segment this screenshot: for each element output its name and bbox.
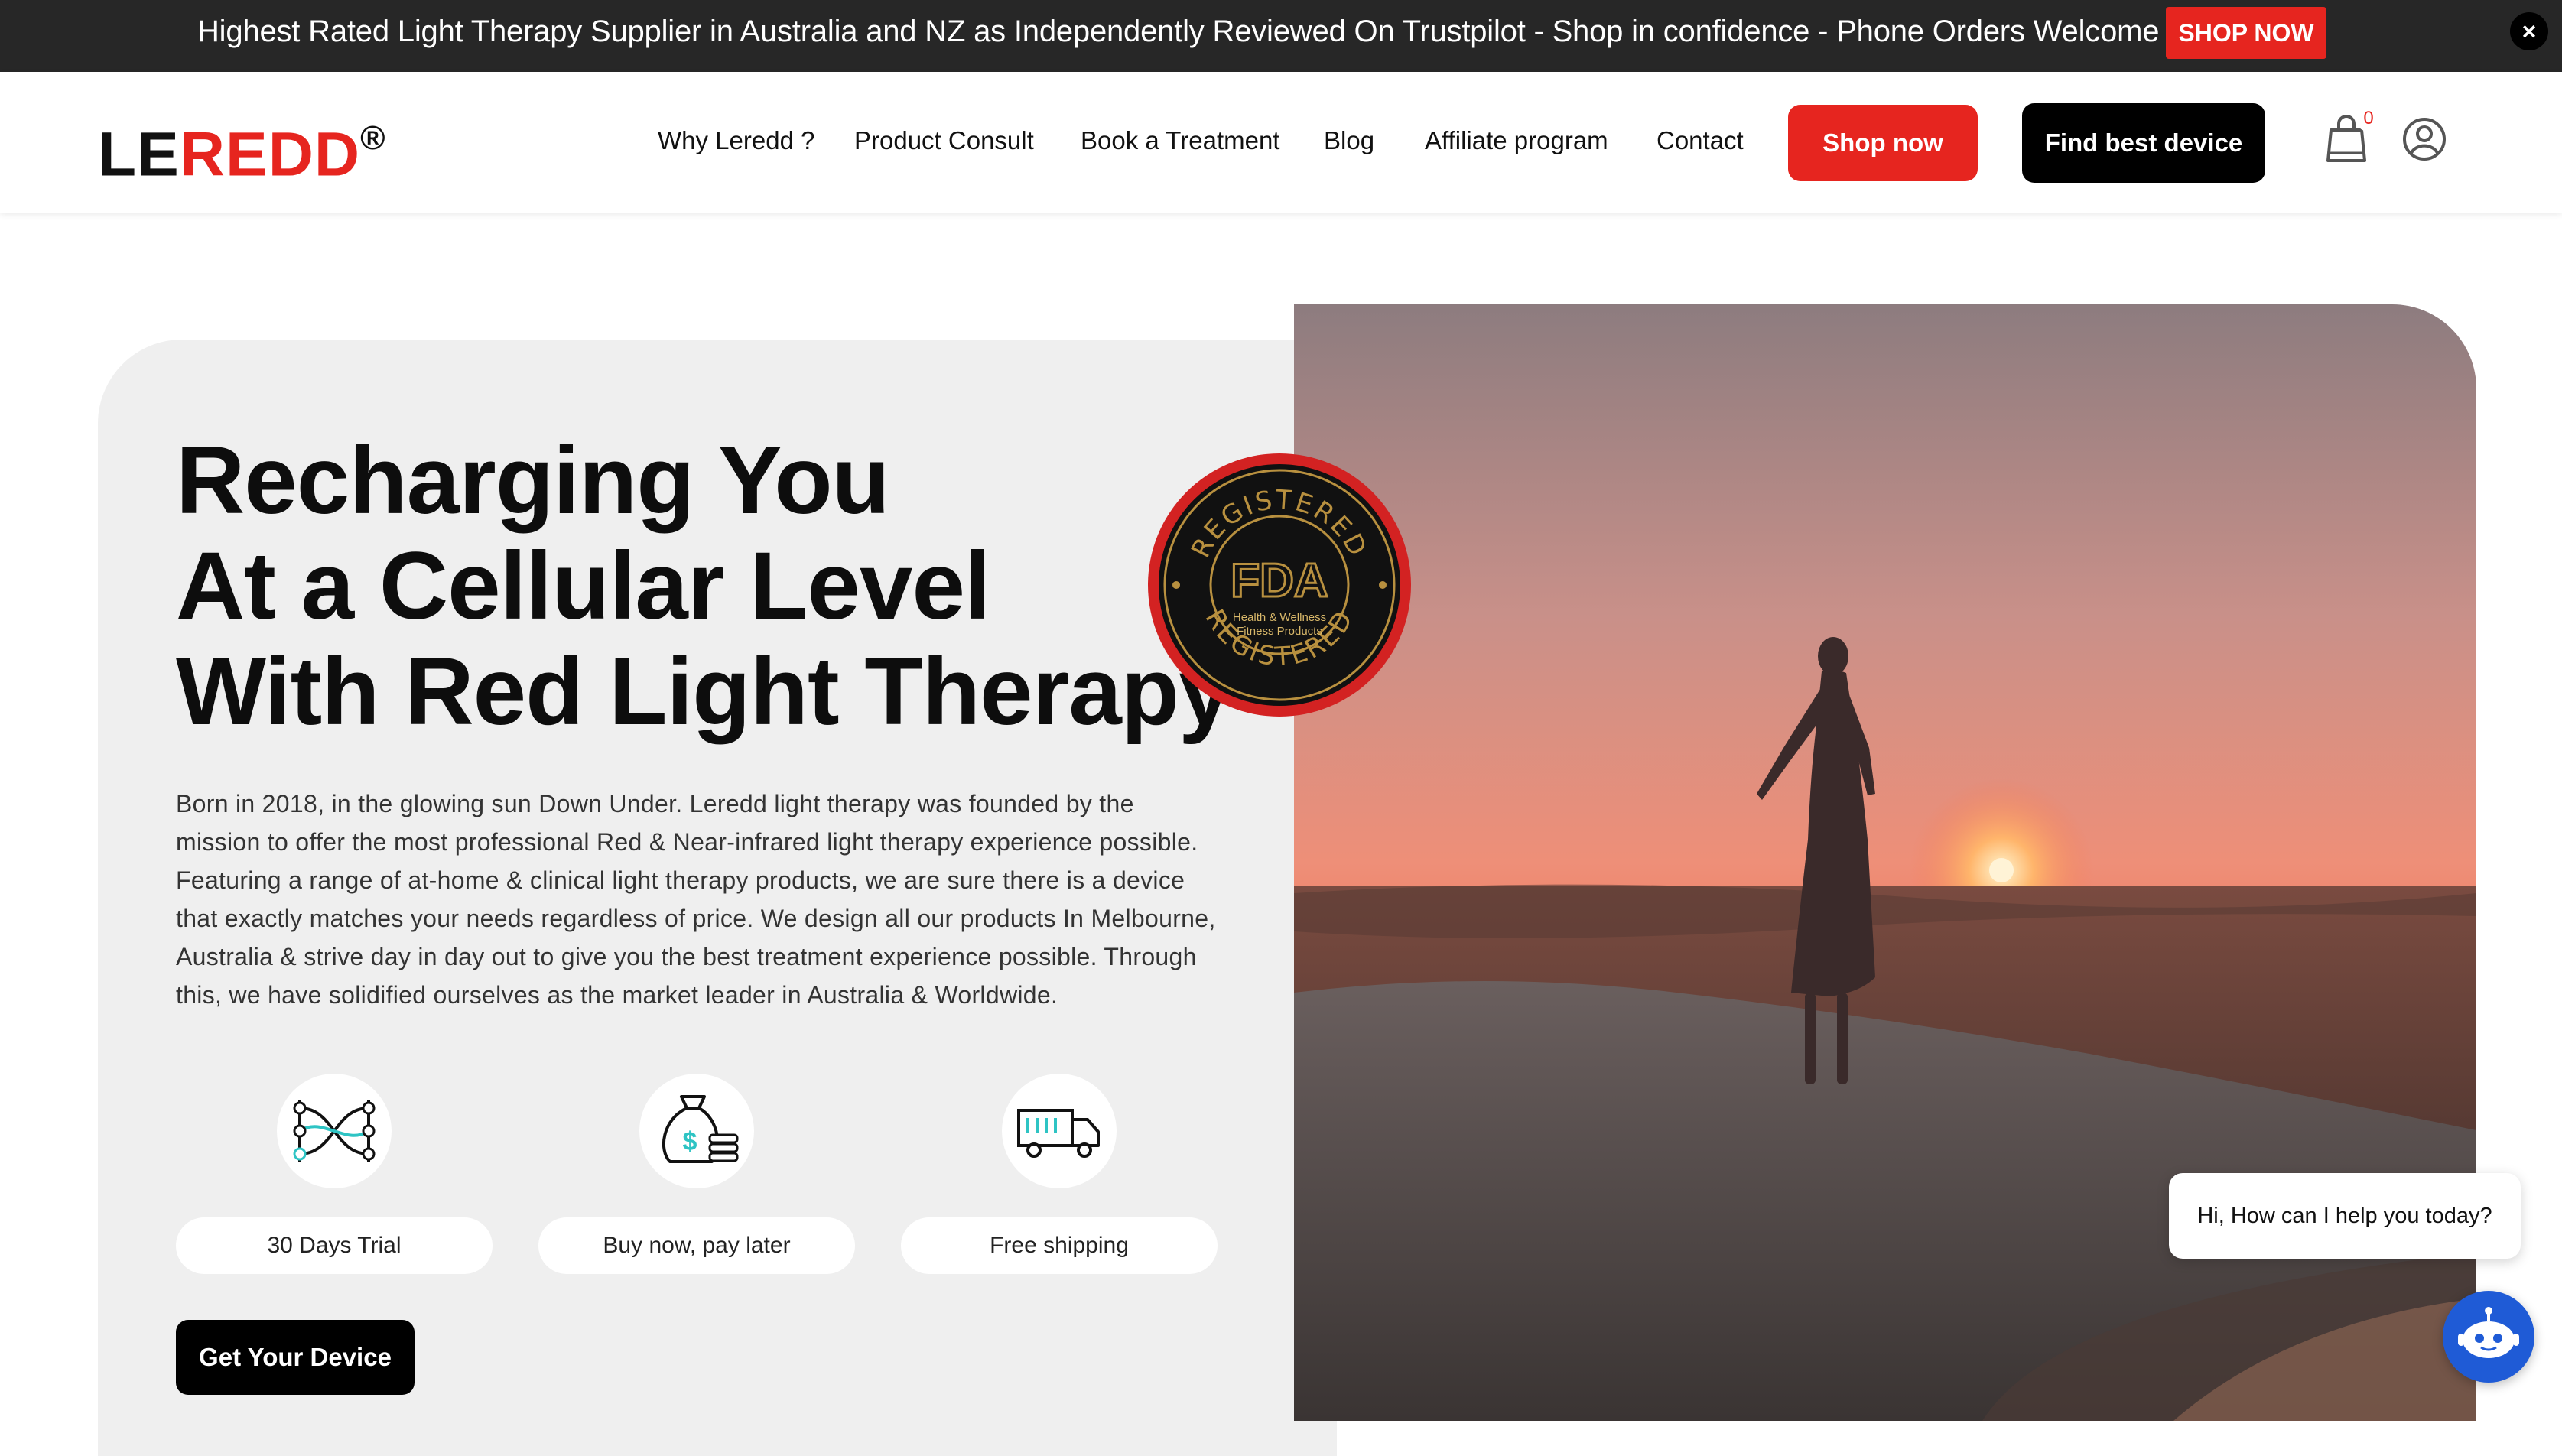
logo-part-2: REDD xyxy=(179,119,361,190)
svg-text:$: $ xyxy=(683,1127,697,1156)
fda-registered-badge: REGISTERED REGISTERED FDA Health & Welln… xyxy=(1148,453,1411,717)
close-icon[interactable]: × xyxy=(2510,12,2548,50)
cart-count-badge: 0 xyxy=(2356,106,2382,132)
feature-buy-now-pay-later: Buy now, pay later xyxy=(538,1217,855,1274)
money-bag-icon: $ xyxy=(639,1074,754,1188)
headline-line-2: At a Cellular Level xyxy=(176,533,991,639)
hero-headline: Recharging You At a Cellular Level With … xyxy=(176,427,1232,745)
user-account-icon[interactable] xyxy=(2401,116,2447,162)
shop-now-button[interactable]: Shop now xyxy=(1788,105,1978,181)
find-best-device-button[interactable]: Find best device xyxy=(2022,103,2265,183)
get-your-device-button[interactable]: Get Your Device xyxy=(176,1320,415,1395)
badge-mark: FDA xyxy=(1231,554,1328,607)
nav-why-leredd[interactable]: Why Leredd ? xyxy=(658,125,814,156)
feature-30-days-trial: 30 Days Trial xyxy=(176,1217,493,1274)
chat-greeting-bubble[interactable]: Hi, How can I help you today? xyxy=(2169,1173,2521,1259)
chat-launcher-button[interactable] xyxy=(2443,1291,2534,1383)
announcement-text: Highest Rated Light Therapy Supplier in … xyxy=(197,15,2160,48)
headline-line-3: With Red Light Therapy xyxy=(176,639,1232,745)
hero-intro-text: Born in 2018, in the glowing sun Down Un… xyxy=(176,790,1216,1009)
dna-icon xyxy=(277,1074,392,1188)
logo-registered-mark: ® xyxy=(360,119,386,157)
chatbot-icon xyxy=(2458,1307,2519,1358)
headline-line-1: Recharging You xyxy=(176,427,890,534)
badge-line-1: Health & Wellness xyxy=(1233,611,1326,624)
nav-contact[interactable]: Contact xyxy=(1657,125,1744,156)
nav-affiliate-program[interactable]: Affiliate program xyxy=(1425,125,1608,156)
nav-product-consult[interactable]: Product Consult xyxy=(854,125,1034,156)
badge-line-2: Fitness Products xyxy=(1237,625,1322,638)
site-header: LEREDD® Why Leredd ? Product Consult Boo… xyxy=(0,72,2562,213)
nav-book-treatment[interactable]: Book a Treatment xyxy=(1081,125,1279,156)
logo-part-1: LE xyxy=(98,119,180,190)
announcement-shop-now-button[interactable]: SHOP NOW xyxy=(2166,7,2326,59)
nav-blog[interactable]: Blog xyxy=(1324,125,1374,156)
feature-free-shipping: Free shipping xyxy=(901,1217,1218,1274)
truck-icon xyxy=(1002,1074,1117,1188)
leredd-logo[interactable]: LEREDD® xyxy=(98,109,386,189)
announcement-bar: Highest Rated Light Therapy Supplier in … xyxy=(0,0,2562,72)
